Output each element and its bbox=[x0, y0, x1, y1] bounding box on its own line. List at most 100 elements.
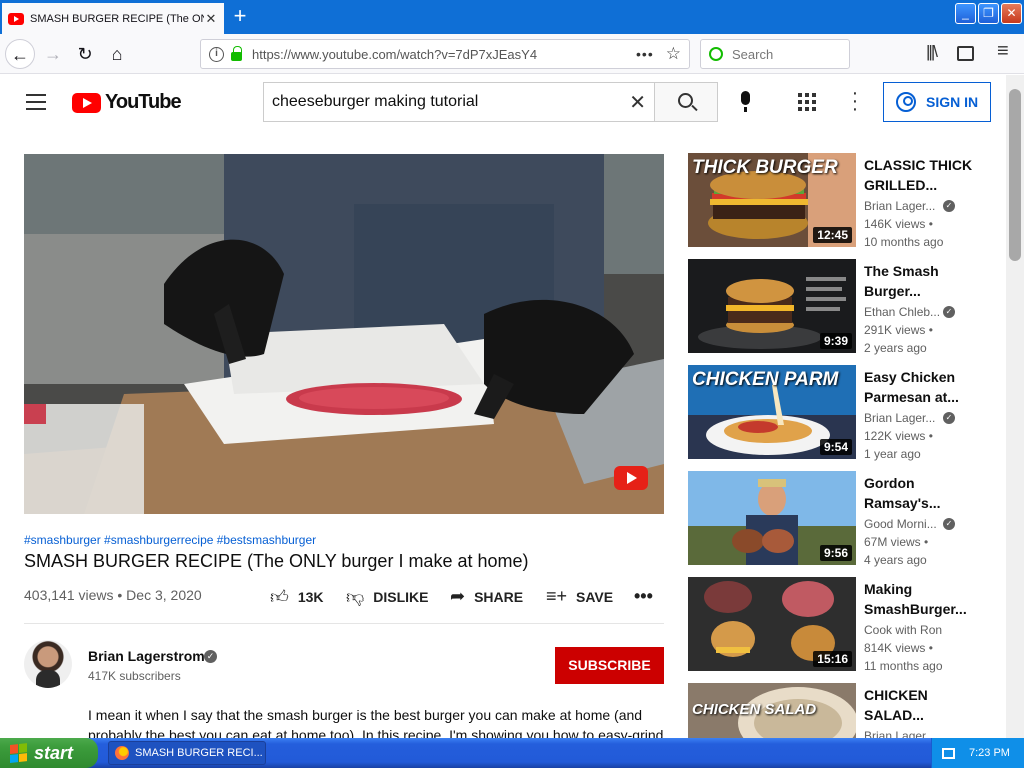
apps-grid-icon[interactable] bbox=[798, 93, 816, 111]
youtube-play-logo-icon bbox=[72, 92, 101, 113]
recommendation-views: 146K views • bbox=[864, 217, 933, 231]
address-bar[interactable]: i https://www.youtube.com/watch?v=7dP7xJ… bbox=[200, 39, 690, 69]
start-button[interactable]: start bbox=[0, 738, 98, 768]
like-button[interactable]: 👍︎ 13K bbox=[270, 586, 324, 608]
video-thumbnail[interactable]: 9:56 bbox=[688, 471, 856, 565]
video-thumbnail[interactable]: 9:39 bbox=[688, 259, 856, 353]
recommendation-age: 2 years ago bbox=[864, 341, 927, 355]
home-icon[interactable]: ⌂ bbox=[102, 39, 132, 69]
recommendation-title[interactable]: Making SmashBurger... bbox=[864, 579, 974, 619]
recommendation-item[interactable]: 15:16 Making SmashBurger... Cook with Ro… bbox=[688, 577, 988, 673]
thumbnail-text: CHICKEN PARM bbox=[692, 369, 839, 390]
recommendation-title[interactable]: CHICKEN SALAD... bbox=[864, 685, 974, 725]
recommendation-item[interactable]: 9:56 Gordon Ramsay's... Good Morni... ✓ … bbox=[688, 471, 988, 567]
back-arrow-icon[interactable]: ← bbox=[5, 39, 35, 69]
url-text[interactable]: https://www.youtube.com/watch?v=7dP7xJEa… bbox=[252, 47, 636, 62]
recommendation-title[interactable]: Easy Chicken Parmesan at... bbox=[864, 367, 974, 407]
browser-tab-bar: SMASH BURGER RECIPE (The ONLY ✕ + _ ❐ ✕ bbox=[0, 0, 1024, 34]
browser-search-field[interactable]: Search bbox=[700, 39, 850, 69]
bookmark-star-icon[interactable]: ☆ bbox=[666, 44, 681, 64]
guide-menu-icon[interactable] bbox=[26, 94, 46, 110]
search-query[interactable]: cheeseburger making tutorial bbox=[272, 93, 629, 111]
settings-more-icon[interactable]: · · · bbox=[850, 83, 860, 119]
hamburger-menu-icon[interactable]: ≡ bbox=[997, 40, 1009, 63]
tab-close-icon[interactable]: ✕ bbox=[204, 11, 218, 27]
subscribe-button[interactable]: SUBSCRIBE bbox=[555, 647, 664, 684]
channel-avatar[interactable] bbox=[24, 640, 72, 688]
verified-check-icon: ✓ bbox=[943, 200, 955, 212]
system-tray: 7:23 PM bbox=[931, 738, 1024, 768]
recommendation-channel[interactable]: Ethan Chleb... bbox=[864, 305, 940, 319]
recommendation-views: 291K views • bbox=[864, 323, 933, 337]
thumbs-down-icon: 👎︎ bbox=[346, 587, 365, 607]
recommendation-item[interactable]: CHICKEN SALAD CHICKEN SALAD... Brian Lag… bbox=[688, 683, 988, 738]
page-actions-icon[interactable]: ••• bbox=[636, 46, 654, 62]
video-thumbnail[interactable]: CHICKEN SALAD bbox=[688, 683, 856, 738]
youtube-logo[interactable]: YouTube bbox=[72, 91, 182, 114]
window-close-button[interactable]: ✕ bbox=[1001, 3, 1022, 24]
search-icon bbox=[709, 47, 723, 61]
windows-logo-icon bbox=[10, 743, 28, 763]
video-thumbnail[interactable]: 15:16 bbox=[688, 577, 856, 671]
duration-badge: 9:54 bbox=[819, 439, 852, 455]
page-scrollbar[interactable] bbox=[1006, 75, 1024, 738]
sidebar-icon[interactable] bbox=[957, 46, 974, 61]
video-hashtags[interactable]: #smashburger #smashburgerrecipe #bestsma… bbox=[24, 533, 316, 547]
browser-tab[interactable]: SMASH BURGER RECIPE (The ONLY ✕ bbox=[2, 3, 224, 34]
like-count: 13K bbox=[297, 589, 324, 605]
recommendation-channel[interactable]: Brian Lager... bbox=[864, 411, 935, 425]
recommendation-channel[interactable]: Good Morni... bbox=[864, 517, 937, 531]
recommendation-title[interactable]: The Smash Burger... bbox=[864, 261, 974, 301]
share-button[interactable]: ➦ SHARE bbox=[450, 586, 523, 607]
recommendation-age: 11 months ago bbox=[864, 659, 943, 673]
network-icon[interactable] bbox=[942, 747, 955, 759]
forward-arrow-icon[interactable]: → bbox=[38, 39, 68, 69]
taskbar-window-title: SMASH BURGER RECI... bbox=[135, 747, 263, 759]
scrollbar-thumb[interactable] bbox=[1009, 89, 1021, 261]
video-player[interactable] bbox=[24, 154, 664, 514]
duration-badge: 12:45 bbox=[813, 227, 852, 243]
recommendation-age: 1 year ago bbox=[864, 447, 921, 461]
recommendation-channel[interactable]: Brian Lager... bbox=[864, 729, 935, 738]
start-label: start bbox=[34, 742, 74, 763]
save-button[interactable]: ≡+ SAVE bbox=[546, 586, 613, 607]
video-view-date: 403,141 views • Dec 3, 2020 bbox=[24, 587, 202, 603]
more-actions-icon[interactable]: ••• bbox=[634, 586, 653, 607]
recommendation-item[interactable]: THICK BURGER 12:45 CLASSIC THICK GRILLED… bbox=[688, 153, 988, 249]
library-icon[interactable]: |||\ bbox=[926, 42, 938, 62]
reload-icon[interactable]: ↻ bbox=[70, 39, 100, 69]
thumbnail-text: CHICKEN SALAD bbox=[692, 701, 817, 718]
video-thumbnail[interactable]: THICK BURGER 12:45 bbox=[688, 153, 856, 247]
taskbar-firefox-window[interactable]: SMASH BURGER RECI... bbox=[108, 741, 266, 765]
dislike-label: DISLIKE bbox=[373, 589, 429, 605]
recommendation-channel[interactable]: Brian Lager... bbox=[864, 199, 935, 213]
sign-in-button[interactable]: SIGN IN bbox=[883, 82, 991, 122]
search-placeholder: Search bbox=[732, 46, 774, 62]
video-thumbnail[interactable]: CHICKEN PARM 9:54 bbox=[688, 365, 856, 459]
share-label: SHARE bbox=[474, 588, 524, 605]
site-info-icon[interactable]: i bbox=[209, 46, 224, 62]
clear-search-icon[interactable]: ✕ bbox=[629, 90, 646, 115]
youtube-search-input[interactable]: cheeseburger making tutorial ✕ bbox=[263, 82, 655, 122]
channel-name[interactable]: Brian Lagerstrom bbox=[88, 648, 205, 664]
window-restore-button[interactable]: ❐ bbox=[978, 3, 999, 24]
browser-toolbar: ← → ↻ ⌂ i https://www.youtube.com/watch?… bbox=[0, 34, 1024, 74]
tab-title: SMASH BURGER RECIPE (The ONLY bbox=[30, 12, 204, 25]
firefox-icon bbox=[115, 746, 129, 760]
voice-search-mic-icon[interactable] bbox=[738, 91, 752, 113]
thumbnail-text: THICK BURGER bbox=[692, 157, 838, 178]
recommendation-item[interactable]: CHICKEN PARM 9:54 Easy Chicken Parmesan … bbox=[688, 365, 988, 461]
recommendation-title[interactable]: Gordon Ramsay's... bbox=[864, 473, 974, 513]
recommendation-item[interactable]: 9:39 The Smash Burger... Ethan Chleb... … bbox=[688, 259, 988, 355]
recommendation-age: 10 months ago bbox=[864, 235, 944, 249]
new-tab-button[interactable]: + bbox=[228, 5, 252, 29]
recommendation-title[interactable]: CLASSIC THICK GRILLED... bbox=[864, 155, 974, 195]
clock[interactable]: 7:23 PM bbox=[969, 747, 1010, 759]
dislike-button[interactable]: 👎︎ DISLIKE bbox=[346, 586, 429, 608]
search-button[interactable] bbox=[654, 82, 718, 122]
recommendation-channel[interactable]: Cook with Ron bbox=[864, 623, 942, 637]
youtube-watermark-icon[interactable] bbox=[614, 466, 648, 490]
video-title: SMASH BURGER RECIPE (The ONLY burger I m… bbox=[24, 551, 529, 571]
window-minimize-button[interactable]: _ bbox=[955, 3, 976, 24]
duration-badge: 9:56 bbox=[819, 545, 852, 561]
